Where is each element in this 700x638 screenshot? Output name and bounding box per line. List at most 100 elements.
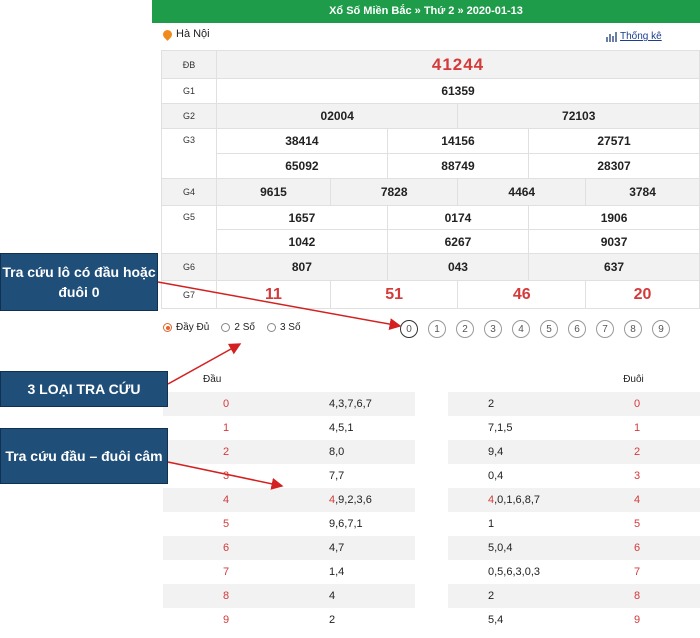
duoi-values: 5,4	[488, 614, 504, 626]
prize-g5-number: 9037	[528, 229, 700, 254]
prize-g4-number: 4464	[457, 178, 587, 206]
callout-filter-digit: Tra cứu lô có đầu hoặc đuôi 0	[0, 253, 158, 311]
dau-digit: 3	[222, 470, 230, 482]
dau-values: 1,4	[329, 566, 345, 578]
duoi-values: 0,4	[488, 470, 504, 482]
duoi-digit: 4	[574, 488, 700, 512]
digit-button-0[interactable]: 0	[400, 320, 418, 338]
duoi-values-rest: ,0,1,6,8,7	[494, 494, 540, 506]
table-row: 4,0,1,6,8,7 4	[448, 488, 700, 512]
prize-g7-number: 46	[457, 280, 587, 309]
prize-g1-number: 61359	[216, 78, 700, 104]
dau-digit: 1	[222, 422, 230, 434]
prize-g7-number: 51	[329, 280, 459, 309]
prize-g2-number: 02004	[215, 103, 459, 129]
dau-table: Đầu 0 4,3,7,6,7 1 4,5,1 2 8,0 3 7,7 4 4,9,2,3…	[163, 366, 415, 632]
stats-link[interactable]: Thống kê	[606, 31, 662, 42]
dau-digit: 4	[163, 488, 289, 512]
option-label: Đầy Đủ	[176, 322, 210, 333]
digit-button-7[interactable]: 7	[596, 320, 614, 338]
duoi-values: 0,5,6,3,0,3	[488, 566, 540, 578]
prize-g5-number: 1906	[528, 205, 700, 230]
dau-digit: 2	[163, 440, 289, 464]
digit-button-3[interactable]: 3	[484, 320, 502, 338]
option-label: 3 Số	[279, 322, 301, 333]
duoi-values: 2	[448, 392, 574, 416]
dau-values: 4	[289, 584, 415, 608]
prize-g5-number: 0174	[386, 205, 530, 230]
option-label: 2 Số	[234, 322, 255, 333]
prize-g7-number: 20	[585, 280, 700, 309]
option-3-digits[interactable]: 3 Số	[266, 322, 301, 333]
prize-g6-number: 043	[386, 253, 530, 281]
duoi-digit: 5	[633, 518, 641, 530]
prize-label-g7: G7	[161, 280, 217, 309]
table-row: 84	[163, 584, 415, 608]
radio-icon[interactable]	[266, 323, 276, 332]
dau-table-header: Đầu	[203, 373, 222, 385]
option-2-digits[interactable]: 2 Số	[221, 322, 255, 333]
digit-button-9[interactable]: 9	[652, 320, 670, 338]
prize-label-g4: G4	[161, 178, 217, 206]
dau-values: 8,0	[289, 440, 415, 464]
table-row: 1 4,5,1	[163, 416, 415, 440]
prize-label-g6: G6	[161, 253, 217, 281]
table-row: 0 4,3,7,6,7	[163, 392, 415, 416]
radio-icon[interactable]	[221, 323, 231, 332]
dau-values: 4,5,1	[329, 422, 354, 434]
digit-button-6[interactable]: 6	[568, 320, 586, 338]
prize-g4-number: 7828	[329, 178, 459, 206]
location[interactable]: Hà Nội	[161, 27, 210, 41]
dau-values: 2	[329, 614, 336, 626]
table-row: 4 4,9,2,3,6	[163, 488, 415, 512]
prize-label-g3: G3	[161, 128, 217, 179]
digit-button-5[interactable]: 5	[540, 320, 558, 338]
dau-digit: 8	[163, 584, 289, 608]
table-row: 9,4 2	[448, 440, 700, 464]
duoi-values: 2	[448, 584, 574, 608]
option-full[interactable]: Đầy Đủ	[163, 322, 209, 333]
prize-label-g1: G1	[161, 78, 217, 104]
prize-g3-number: 38414	[216, 128, 388, 154]
dau-values-rest: ,9,2,3,6	[335, 494, 372, 506]
digit-button-1[interactable]: 1	[428, 320, 446, 338]
dau-digit: 6	[163, 536, 289, 560]
prize-g3-number: 65092	[216, 153, 388, 179]
duoi-values: 9,4	[448, 440, 574, 464]
table-row: 28	[448, 584, 700, 608]
table-row: 5,4 9	[448, 608, 700, 632]
duoi-digit: 1	[633, 422, 641, 434]
duoi-digit: 0	[574, 392, 700, 416]
table-row: 5,0,4 6	[448, 536, 700, 560]
duoi-values: 5,0,4	[448, 536, 574, 560]
dau-digit: 5	[222, 518, 230, 530]
table-row: 6 4,7	[163, 536, 415, 560]
prize-g4-number: 3784	[585, 178, 700, 206]
duoi-digit: 2	[574, 440, 700, 464]
table-row: 92	[163, 608, 415, 632]
table-row: 0,5,6,3,0,3 7	[448, 560, 700, 584]
callout-lookup-types: 3 LOẠI TRA CỨU	[0, 371, 168, 407]
digit-button-4[interactable]: 4	[512, 320, 530, 338]
results-table: ĐB 41244 G1 61359 G2 02004 72103 G3 3841…	[161, 50, 700, 309]
table-row: 7,1,5 1	[448, 416, 700, 440]
duoi-values: 1	[488, 518, 495, 530]
prize-g7-number: 11	[216, 280, 331, 309]
duoi-values: 7,1,5	[488, 422, 513, 434]
prize-label-g5: G5	[161, 205, 217, 254]
page-header: Xổ Số Miền Bắc » Thứ 2 » 2020-01-13	[152, 0, 700, 23]
prize-g5-number: 1657	[216, 205, 388, 230]
table-row: 5 9,6,7,1	[163, 512, 415, 536]
digit-button-2[interactable]: 2	[456, 320, 474, 338]
radio-selected-icon[interactable]	[163, 323, 172, 332]
prize-g6-number: 637	[528, 253, 700, 281]
prize-g5-number: 1042	[216, 229, 388, 254]
digit-button-8[interactable]: 8	[624, 320, 642, 338]
table-row: 20	[448, 392, 700, 416]
dau-values: 9,6,7,1	[329, 518, 363, 530]
location-label: Hà Nội	[176, 28, 210, 40]
stats-link-label: Thống kê	[620, 31, 662, 42]
table-row: 2 8,0	[163, 440, 415, 464]
dau-values: 4,7	[289, 536, 415, 560]
dau-values: 4,9,2,3,6	[289, 488, 415, 512]
